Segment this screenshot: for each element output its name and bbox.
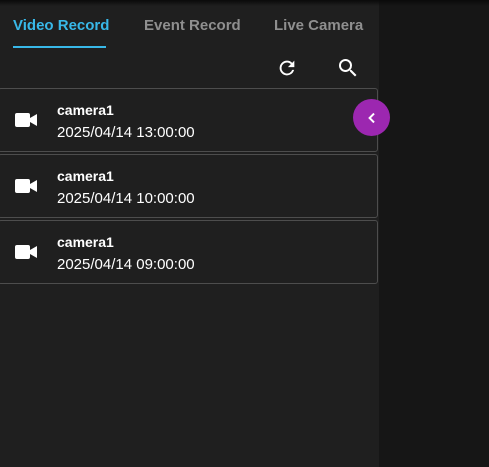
tab-event-record[interactable]: Event Record (144, 17, 241, 34)
record-datetime: 2025/04/14 10:00:00 (57, 190, 195, 207)
top-shadow (0, 0, 489, 6)
record-camera-name: camera1 (57, 102, 114, 118)
record-camera-name: camera1 (57, 234, 114, 250)
record-panel: Video Record Event Record Live Camera ca… (0, 0, 379, 467)
chevron-left-icon (367, 112, 375, 123)
record-camera-name: camera1 (57, 168, 114, 184)
search-icon (339, 59, 357, 77)
active-tab-indicator (13, 46, 106, 48)
record-datetime: 2025/04/14 13:00:00 (57, 124, 195, 141)
refresh-icon (279, 60, 295, 76)
tab-live-camera[interactable]: Live Camera (274, 17, 363, 34)
video-camera-icon (15, 245, 37, 259)
refresh-button[interactable] (274, 55, 300, 81)
tab-video-record[interactable]: Video Record (13, 17, 109, 34)
video-camera-icon (15, 113, 37, 127)
record-item[interactable]: camera1 2025/04/14 13:00:00 (0, 88, 378, 152)
search-button[interactable] (335, 55, 361, 81)
collapse-panel-button[interactable] (353, 99, 390, 136)
record-datetime: 2025/04/14 09:00:00 (57, 256, 195, 273)
record-item[interactable]: camera1 2025/04/14 09:00:00 (0, 220, 378, 284)
record-item[interactable]: camera1 2025/04/14 10:00:00 (0, 154, 378, 218)
tab-bar: Video Record Event Record Live Camera (0, 0, 379, 48)
video-camera-icon (15, 179, 37, 193)
